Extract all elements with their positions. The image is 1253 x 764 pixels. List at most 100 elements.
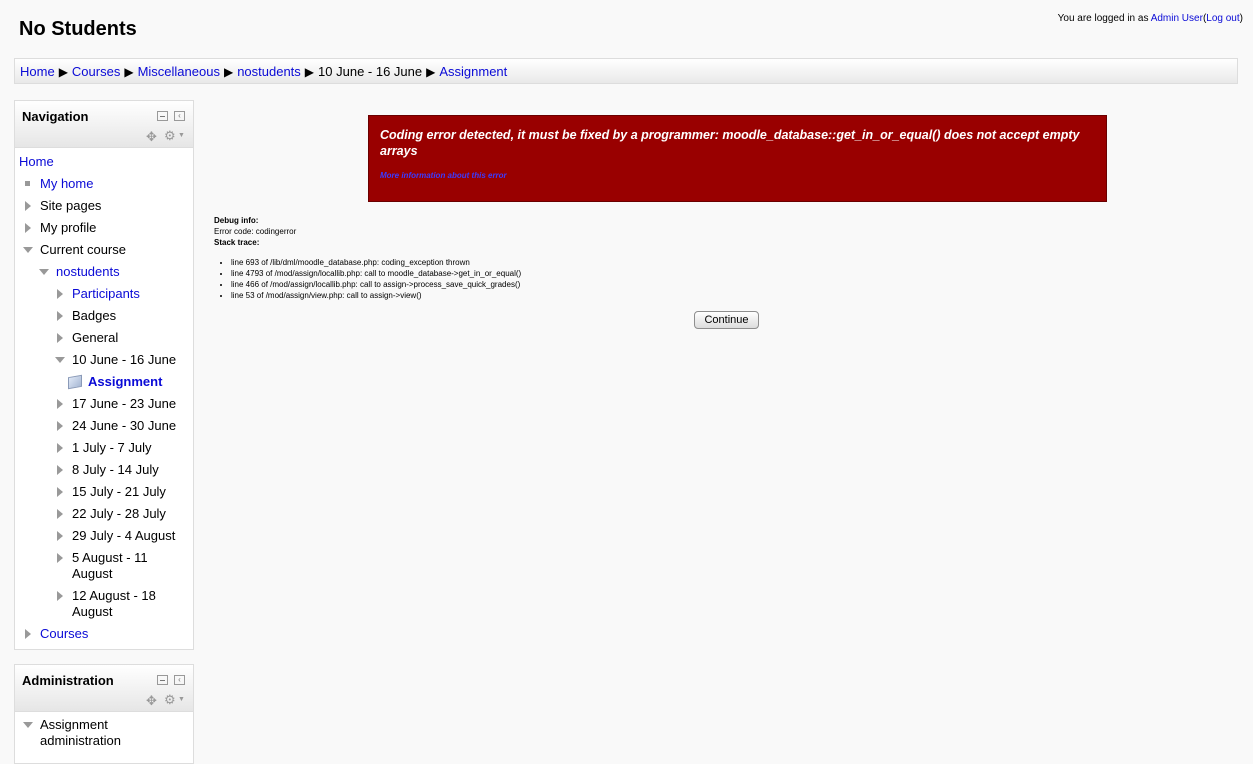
expand-icon[interactable] bbox=[57, 465, 63, 475]
page-title: No Students bbox=[19, 18, 137, 40]
user-link[interactable]: Admin User bbox=[1151, 13, 1203, 24]
nav-participants-link[interactable]: Participants bbox=[72, 286, 140, 301]
collapse-icon[interactable] bbox=[23, 247, 33, 253]
breadcrumb-separator: ▶ bbox=[426, 65, 436, 79]
breadcrumb-miscellaneous[interactable]: Miscellaneous bbox=[138, 64, 220, 79]
nav-week-label: 1 July - 7 July bbox=[72, 440, 152, 455]
nav-week[interactable]: 29 July - 4 August bbox=[57, 528, 175, 544]
gear-icon[interactable]: ⚙ bbox=[164, 129, 176, 142]
nav-week-label-line2: August bbox=[72, 566, 113, 581]
nav-week[interactable]: 12 August - 18 August bbox=[57, 588, 156, 620]
nav-week-current[interactable]: 10 June - 16 June bbox=[55, 352, 177, 368]
expand-icon[interactable] bbox=[57, 421, 63, 431]
nav-courses-link[interactable]: Courses bbox=[40, 626, 88, 641]
breadcrumb-separator: ▶ bbox=[223, 65, 234, 79]
nav-my-profile-label: My profile bbox=[40, 220, 97, 235]
expand-icon[interactable] bbox=[57, 553, 63, 563]
nav-badges[interactable]: Badges bbox=[57, 308, 117, 324]
nav-participants[interactable]: Participants bbox=[57, 286, 140, 302]
breadcrumb: Home ▶ Courses ▶ Miscellaneous ▶ nostudents ▶ 10… bbox=[14, 58, 1238, 84]
minimize-icon[interactable] bbox=[157, 675, 168, 685]
minimize-icon[interactable] bbox=[157, 111, 168, 121]
expand-icon[interactable] bbox=[57, 399, 63, 409]
administration-block-header: Administration ‹ ✥ ⚙ ▼ bbox=[15, 665, 193, 712]
nav-week-label: 22 July - 28 July bbox=[72, 506, 166, 521]
navigation-block: Navigation ‹ ✥ ⚙ ▼ Home My home Site pag… bbox=[14, 100, 194, 650]
nav-assignment-link[interactable]: Assignment bbox=[88, 374, 162, 389]
expand-icon[interactable] bbox=[57, 289, 63, 299]
expand-icon[interactable] bbox=[57, 531, 63, 541]
stack-trace-label: Stack trace: bbox=[214, 238, 260, 247]
nav-assignment[interactable]: Assignment bbox=[68, 374, 162, 390]
nav-badges-label: Badges bbox=[72, 308, 117, 323]
expand-icon[interactable] bbox=[25, 629, 31, 639]
admin-assignment-administration[interactable]: Assignment administration bbox=[23, 717, 121, 749]
stack-trace: line 693 of /lib/dml/moodle_database.php… bbox=[214, 257, 521, 301]
navigation-block-header: Navigation ‹ ✥ ⚙ ▼ bbox=[15, 101, 193, 148]
error-message: Coding error detected, it must be fixed … bbox=[380, 128, 1080, 158]
nav-week[interactable]: 8 July - 14 July bbox=[57, 462, 159, 478]
dock-icon[interactable]: ‹ bbox=[174, 111, 185, 121]
chevron-down-icon[interactable]: ▼ bbox=[178, 695, 185, 705]
stack-trace-line: line 4793 of /mod/assign/locallib.php: c… bbox=[231, 268, 521, 279]
nav-my-profile[interactable]: My profile bbox=[25, 220, 97, 236]
breadcrumb-separator: ▶ bbox=[58, 65, 68, 79]
nav-my-home[interactable]: My home bbox=[25, 176, 93, 192]
expand-icon[interactable] bbox=[57, 487, 63, 497]
nav-home[interactable]: Home bbox=[19, 154, 54, 170]
bullet-icon bbox=[25, 181, 30, 186]
nav-week[interactable]: 17 June - 23 June bbox=[57, 396, 176, 412]
nav-week-current-label: 10 June - 16 June bbox=[72, 352, 177, 367]
nav-course[interactable]: nostudents bbox=[39, 264, 120, 280]
expand-icon[interactable] bbox=[57, 509, 63, 519]
continue-button[interactable]: Continue bbox=[694, 311, 759, 329]
nav-site-pages-label: Site pages bbox=[40, 198, 102, 213]
nav-week-label: 8 July - 14 July bbox=[72, 462, 159, 477]
nav-course-link[interactable]: nostudents bbox=[56, 264, 120, 279]
breadcrumb-separator: ▶ bbox=[304, 65, 315, 79]
nav-week[interactable]: 24 June - 30 June bbox=[57, 418, 177, 434]
breadcrumb-courses[interactable]: Courses bbox=[72, 64, 120, 79]
nav-week-label-line2: August bbox=[72, 604, 113, 619]
nav-week[interactable]: 1 July - 7 July bbox=[57, 440, 152, 456]
navigation-block-title: Navigation bbox=[22, 109, 89, 124]
dock-icon[interactable]: ‹ bbox=[174, 675, 185, 685]
more-info-link[interactable]: More information about this error bbox=[380, 171, 507, 180]
expand-icon[interactable] bbox=[57, 443, 63, 453]
nav-week[interactable]: 15 July - 21 July bbox=[57, 484, 166, 500]
breadcrumb-separator: ▶ bbox=[124, 65, 134, 79]
stack-trace-line: line 466 of /mod/assign/locallib.php: ca… bbox=[231, 279, 521, 290]
nav-current-course[interactable]: Current course bbox=[23, 242, 126, 258]
debug-info: Debug info: Error code: codingerror Stac… bbox=[214, 215, 296, 248]
nav-week[interactable]: 22 July - 28 July bbox=[57, 506, 166, 522]
nav-week-label: 24 June - 30 June bbox=[72, 418, 177, 433]
expand-icon[interactable] bbox=[25, 201, 31, 211]
nav-my-home-link[interactable]: My home bbox=[40, 176, 93, 191]
nav-week[interactable]: 5 August - 11 August bbox=[57, 550, 148, 582]
expand-icon[interactable] bbox=[57, 591, 63, 601]
nav-current-course-label: Current course bbox=[40, 242, 126, 257]
breadcrumb-section: 10 June - 16 June bbox=[318, 64, 423, 79]
chevron-down-icon[interactable]: ▼ bbox=[178, 131, 185, 141]
nav-week-label: 15 July - 21 July bbox=[72, 484, 166, 499]
breadcrumb-assignment[interactable]: Assignment bbox=[439, 64, 507, 79]
gear-icon[interactable]: ⚙ bbox=[164, 693, 176, 706]
nav-site-pages[interactable]: Site pages bbox=[25, 198, 102, 214]
logout-link[interactable]: Log out bbox=[1206, 13, 1239, 24]
expand-icon[interactable] bbox=[57, 311, 63, 321]
error-box: Coding error detected, it must be fixed … bbox=[368, 115, 1107, 202]
expand-icon[interactable] bbox=[25, 223, 31, 233]
breadcrumb-home[interactable]: Home bbox=[20, 64, 55, 79]
move-icon[interactable]: ✥ bbox=[146, 694, 157, 707]
collapse-icon[interactable] bbox=[55, 357, 65, 363]
breadcrumb-course[interactable]: nostudents bbox=[237, 64, 301, 79]
assignment-icon bbox=[68, 374, 82, 390]
nav-courses[interactable]: Courses bbox=[25, 626, 88, 642]
nav-general[interactable]: General bbox=[57, 330, 118, 346]
login-info: You are logged in as Admin User(Log out) bbox=[1058, 13, 1243, 24]
collapse-icon[interactable] bbox=[39, 269, 49, 275]
collapse-icon[interactable] bbox=[23, 722, 33, 728]
expand-icon[interactable] bbox=[57, 333, 63, 343]
move-icon[interactable]: ✥ bbox=[146, 130, 157, 143]
administration-block-title: Administration bbox=[22, 673, 114, 688]
